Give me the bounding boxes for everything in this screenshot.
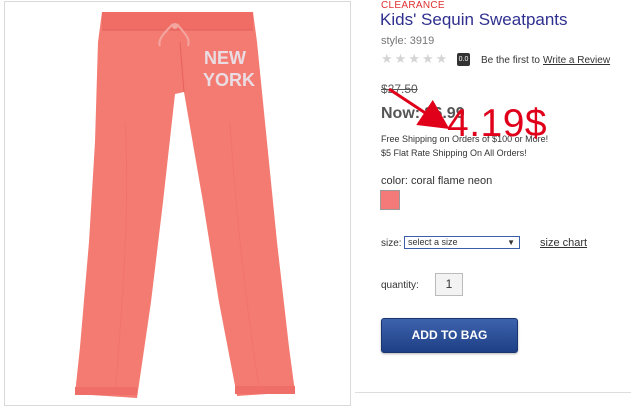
review-prompt: Be the first to: [481, 55, 540, 66]
star-icon: ★: [381, 51, 393, 66]
annotation-price: 4.19$: [447, 102, 548, 145]
product-title: Kids' Sequin Sweatpants: [380, 10, 568, 29]
size-select[interactable]: select a size ▼: [404, 236, 520, 249]
divider: [355, 392, 631, 393]
rating-score-badge: 0.0: [457, 53, 470, 66]
add-to-bag-button[interactable]: ADD TO BAG: [381, 318, 518, 353]
quantity-input[interactable]: 1: [435, 273, 463, 296]
pants-print-text: NEW: [204, 48, 246, 68]
star-icon: ★: [408, 51, 420, 66]
color-label: color: coral flame neon: [381, 175, 493, 187]
svg-text:YORK: YORK: [203, 70, 255, 90]
style-number: style: 3919: [381, 35, 435, 47]
size-select-value: select a size: [408, 237, 458, 247]
chevron-down-icon: ▼: [507, 238, 515, 247]
star-icon: ★: [435, 51, 448, 66]
shipping-line-2: $5 Flat Rate Shipping On All Orders!: [381, 148, 527, 158]
star-icon: ★: [421, 51, 434, 66]
quantity-label: quantity:: [381, 280, 419, 291]
size-label: size:: [381, 238, 402, 249]
rating-stars[interactable]: ★ ★ ★ ★ ★: [381, 52, 447, 66]
write-review-link[interactable]: Write a Review: [543, 55, 610, 66]
product-image[interactable]: NEW YORK: [4, 1, 351, 406]
color-swatch[interactable]: [380, 190, 400, 210]
annotation-arrow-icon: [388, 87, 450, 129]
star-icon: ★: [394, 51, 407, 66]
sweatpants-image: NEW YORK: [75, 12, 295, 398]
size-chart-link[interactable]: size chart: [540, 237, 587, 249]
